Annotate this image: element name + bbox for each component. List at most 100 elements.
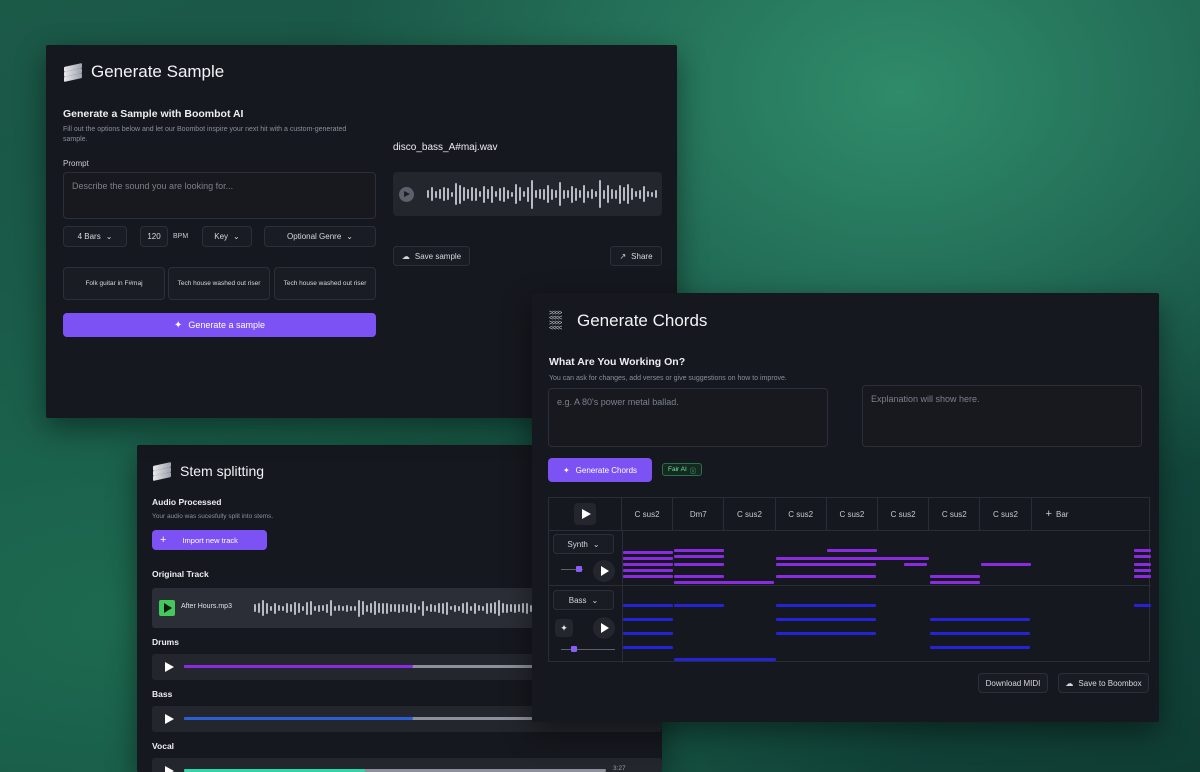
synth-note[interactable] [623,551,673,554]
bar-chord-label[interactable]: C sus2 [724,498,776,530]
bass-note[interactable] [930,632,1030,635]
synth-note[interactable] [930,581,980,584]
bass-volume-slider[interactable] [561,646,615,652]
chords-prompt-input[interactable]: e.g. A 80's power metal ballad. [548,388,828,447]
waveform-bar [382,602,384,614]
waveform-bar [539,189,541,199]
bar-chord-label[interactable]: Dm7 [673,498,725,530]
suggestion-chip-1[interactable]: Folk guitar in F#maj [63,267,165,300]
bar-chord-label[interactable]: C sus2 [622,498,674,530]
synth-note[interactable] [1134,569,1151,572]
synth-note[interactable] [674,555,724,558]
stem-title: Stem splitting [152,461,264,481]
synth-note[interactable] [623,569,673,572]
synth-volume-slider[interactable] [561,566,583,572]
generate-sample-button[interactable]: ✦ Generate a sample [63,313,376,337]
synth-note[interactable] [776,557,929,560]
synth-note[interactable] [1134,549,1151,552]
import-track-button[interactable]: + Import new track [152,530,267,550]
stack-logo-icon [152,461,172,481]
waveform-bar [298,603,300,613]
waveform-bar [514,603,516,613]
bass-note[interactable] [930,646,1030,649]
bass-note[interactable] [1134,604,1151,607]
key-select[interactable]: Key ⌄ [202,226,252,247]
bass-magic-button[interactable]: ✦ [555,619,573,637]
stem-play-button[interactable] [165,714,174,724]
synth-note[interactable] [1134,563,1151,566]
slider-handle[interactable] [576,566,582,572]
suggestion-chip-2[interactable]: Tech house washed out riser [168,267,270,300]
synth-note[interactable] [930,575,980,578]
master-play-button[interactable] [574,503,596,525]
sample-play-button[interactable] [399,187,414,202]
stem-play-button[interactable] [165,662,174,672]
synth-note[interactable] [776,575,876,578]
slider-handle[interactable] [571,646,577,652]
original-play-button[interactable] [159,600,175,616]
save-boombox-button[interactable]: ☁ Save to Boombox [1058,673,1149,693]
bass-note[interactable] [623,618,673,621]
waveform-bar [394,604,396,612]
synth-instrument-select[interactable]: Synth ⌄ [553,534,614,554]
add-bar-button[interactable]: + Bar [1032,498,1082,530]
synth-note[interactable] [674,575,724,578]
waveform-bar [454,604,456,612]
waveform-bar [471,187,473,201]
bass-note[interactable] [674,604,724,607]
waveform-bar [422,600,424,616]
bar-chord-label[interactable]: C sus2 [878,498,930,530]
bass-note[interactable] [776,618,876,621]
chevron-down-icon: ⌄ [346,232,353,241]
waveform-bar [434,604,436,612]
bpm-input[interactable]: 120 [140,226,168,247]
bar-chord-label[interactable]: C sus2 [980,498,1032,530]
bass-note[interactable] [930,618,1030,621]
waveform-bar [506,603,508,613]
synth-note[interactable] [1134,575,1151,578]
stem-row-2: 3:27 [152,758,662,772]
synth-note[interactable] [674,549,724,552]
bar-chord-label[interactable]: C sus2 [929,498,981,530]
waveform-bar [535,190,537,198]
bass-note[interactable] [623,646,673,649]
prompt-input[interactable]: Describe the sound you are looking for..… [63,172,376,219]
generate-chords-button[interactable]: ✦ Generate Chords [548,458,652,482]
synth-note[interactable] [674,581,774,584]
bars-select[interactable]: 4 Bars ⌄ [63,226,127,247]
waveform-bar [414,603,416,613]
download-midi-button[interactable]: Download MIDI [978,673,1048,693]
synth-note[interactable] [1134,555,1151,558]
waveform-bar [639,189,641,199]
synth-note[interactable] [776,563,876,566]
suggestion-chip-3[interactable]: Tech house washed out riser [274,267,376,300]
synth-note[interactable] [904,563,927,566]
save-sample-button[interactable]: ☁ Save sample [393,246,470,266]
bar-chord-label[interactable]: C sus2 [827,498,878,530]
genre-select[interactable]: Optional Genre ⌄ [264,226,376,247]
synth-note[interactable] [981,563,1031,566]
synth-note[interactable] [623,557,673,560]
synth-note[interactable] [674,563,724,566]
synth-note[interactable] [827,549,877,552]
waveform-bar [451,191,453,197]
bass-play-button[interactable] [593,617,615,639]
bar-chord-label[interactable]: C sus2 [776,498,827,530]
stem-label-0: Drums [152,637,179,647]
bass-instrument-select[interactable]: Bass ⌄ [553,590,614,610]
notes-grid [623,531,1151,663]
synth-play-button[interactable] [593,560,615,582]
bass-note[interactable] [776,632,876,635]
bass-note[interactable] [623,604,673,607]
stem-play-button[interactable] [165,766,174,772]
sample-heading: Generate a Sample with Boombot AI [63,108,244,120]
synth-note[interactable] [623,563,673,566]
waveform-bar [623,187,625,201]
share-button[interactable]: ↗ Share [610,246,662,266]
waveform-bar [442,602,444,614]
bass-note[interactable] [623,632,673,635]
bass-note[interactable] [674,658,776,661]
synth-note[interactable] [623,575,673,578]
waveform-bar [515,184,517,204]
bass-note[interactable] [776,604,876,607]
